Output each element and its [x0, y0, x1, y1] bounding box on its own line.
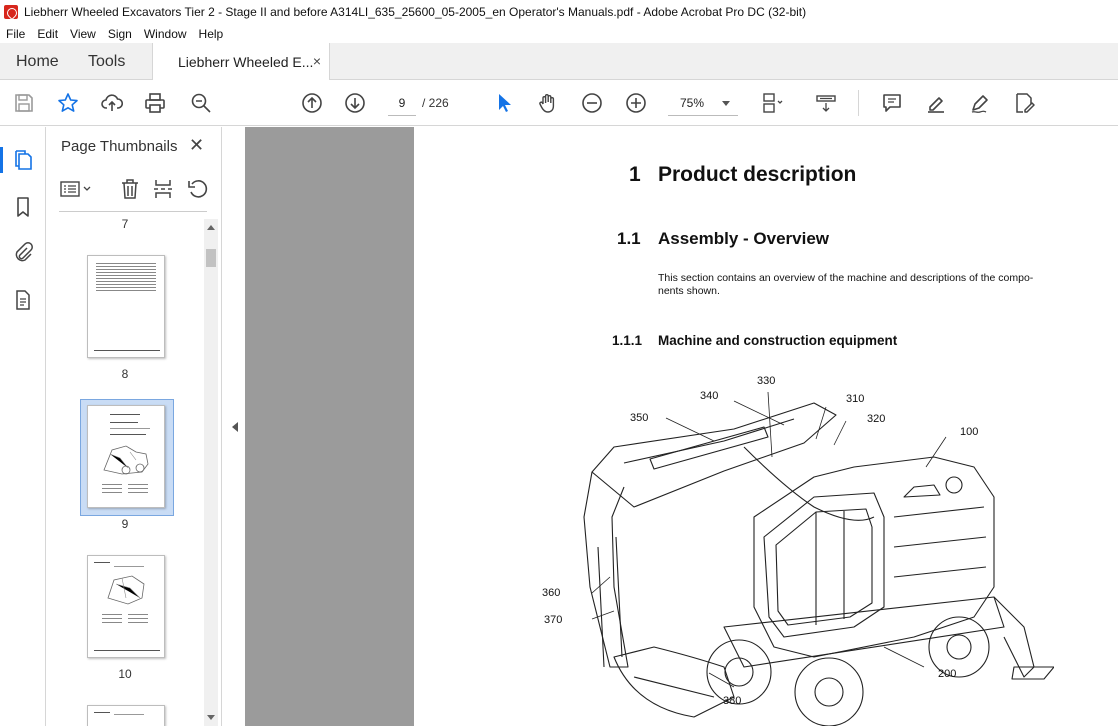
zoom-value: 75% — [680, 96, 705, 110]
thumbnail-options-icon[interactable] — [59, 177, 93, 201]
attachments-icon[interactable] — [11, 240, 35, 264]
title-bar: Liebherr Wheeled Excavators Tier 2 - Sta… — [0, 0, 1118, 24]
tab-close-icon[interactable]: × — [313, 53, 321, 69]
page-total: / 226 — [422, 96, 449, 110]
menu-window[interactable]: Window — [144, 27, 187, 41]
thumbnail-page-number: 10 — [118, 667, 132, 681]
excavator-illustration — [583, 391, 1054, 726]
menu-sign[interactable]: Sign — [108, 27, 132, 41]
panel-collapse-handle[interactable] — [223, 127, 245, 726]
callout-320: 320 — [867, 413, 886, 425]
delete-page-icon[interactable] — [119, 177, 141, 201]
callout-360: 360 — [542, 587, 561, 599]
navigation-rail — [0, 127, 46, 726]
section-body-text: This section contains an overview of the… — [658, 272, 1034, 297]
panel-title: Page Thumbnails — [61, 138, 178, 155]
callout-100: 100 — [960, 426, 979, 438]
main-toolbar — [0, 80, 1118, 126]
zoom-in-icon[interactable] — [624, 91, 648, 115]
menu-edit[interactable]: Edit — [37, 27, 58, 41]
tab-home[interactable]: Home — [16, 43, 59, 80]
thumbnail-page-10[interactable] — [87, 555, 165, 658]
heading-3-text: Machine and construction equipment — [658, 333, 898, 348]
hand-tool-icon[interactable] — [536, 91, 560, 115]
document-viewer[interactable]: 1 Product description 1.1 Assembly - Ove… — [245, 127, 1118, 726]
menu-file[interactable]: File — [6, 27, 25, 41]
engine-thumbnail-image — [107, 575, 145, 605]
thumbnail-page-8[interactable] — [87, 255, 165, 358]
bookmarks-icon[interactable] — [11, 195, 35, 219]
scroll-down-icon[interactable] — [207, 715, 215, 720]
callout-370: 370 — [544, 614, 563, 626]
callout-350: 350 — [630, 412, 649, 424]
excavator-thumbnail-image — [103, 445, 149, 475]
heading-1-number: 1 — [629, 163, 641, 186]
zoom-select[interactable]: 75% — [668, 90, 738, 116]
edit-pdf-icon[interactable] — [1012, 91, 1036, 115]
menu-help[interactable]: Help — [199, 27, 224, 41]
page-number-input[interactable]: 9 — [388, 90, 416, 116]
scroll-mode-icon[interactable] — [814, 91, 838, 115]
chevron-down-icon — [722, 101, 730, 106]
window-title: Liebherr Wheeled Excavators Tier 2 - Sta… — [24, 5, 807, 19]
acrobat-logo-icon — [4, 5, 18, 19]
print-icon[interactable] — [143, 91, 167, 115]
menu-bar: File Edit View Sign Window Help — [0, 24, 1118, 43]
rotate-page-icon[interactable] — [187, 177, 209, 201]
thumbnail-page-11[interactable] — [87, 705, 165, 726]
callout-310: 310 — [846, 393, 865, 405]
upload-cloud-icon[interactable] — [100, 91, 124, 115]
close-icon[interactable]: ✕ — [189, 135, 204, 156]
fill-sign-icon[interactable] — [968, 91, 992, 115]
rail-active-indicator — [0, 147, 3, 173]
scrollbar-thumb[interactable] — [206, 249, 216, 267]
zoom-out-icon[interactable] — [580, 91, 604, 115]
tab-document-label: Liebherr Wheeled E... — [178, 54, 314, 70]
heading-2-number: 1.1 — [617, 229, 641, 248]
callout-340: 340 — [700, 390, 719, 402]
page-thumbnails-panel: Page Thumbnails ✕ 7 8 9 10 — [47, 127, 222, 726]
save-icon[interactable] — [12, 91, 36, 115]
thumbnail-page-number: 9 — [121, 517, 129, 531]
thumbnail-page-number: 8 — [121, 367, 129, 381]
highlight-pen-icon[interactable] — [924, 91, 948, 115]
chevron-left-icon — [232, 422, 238, 432]
comment-icon[interactable] — [880, 91, 904, 115]
next-page-icon[interactable] — [343, 91, 367, 115]
heading-1-text: Product description — [658, 163, 857, 186]
pdf-page: 1 Product description 1.1 Assembly - Ove… — [414, 127, 1118, 726]
scroll-up-icon[interactable] — [207, 225, 215, 230]
heading-3-number: 1.1.1 — [612, 333, 643, 348]
previous-page-icon[interactable] — [300, 91, 324, 115]
acrobat-window: Liebherr Wheeled Excavators Tier 2 - Sta… — [0, 0, 1118, 726]
thumbnail-page-number: 7 — [121, 217, 129, 231]
select-cursor-icon[interactable] — [492, 91, 516, 115]
panel-divider — [59, 211, 207, 212]
extract-pages-icon[interactable] — [152, 177, 174, 201]
tab-bar: Home Tools Liebherr Wheeled E... × — [0, 43, 1118, 81]
callout-380: 380 — [723, 695, 742, 707]
bookmark-star-icon[interactable] — [56, 91, 80, 115]
heading-2-text: Assembly - Overview — [658, 229, 830, 248]
callout-330: 330 — [757, 375, 776, 387]
tab-document[interactable]: Liebherr Wheeled E... × — [152, 43, 330, 81]
document-properties-icon[interactable] — [11, 288, 35, 312]
callout-200: 200 — [938, 668, 957, 680]
thumbnail-page-9[interactable] — [87, 405, 165, 508]
tab-tools[interactable]: Tools — [88, 43, 125, 80]
find-zoom-icon[interactable] — [189, 91, 213, 115]
toolbar-separator — [858, 90, 859, 116]
page-thumbnails-icon[interactable] — [11, 148, 35, 172]
menu-view[interactable]: View — [70, 27, 96, 41]
thumbnail-scrollbar[interactable] — [204, 219, 218, 726]
page-display-icon[interactable] — [760, 91, 784, 115]
